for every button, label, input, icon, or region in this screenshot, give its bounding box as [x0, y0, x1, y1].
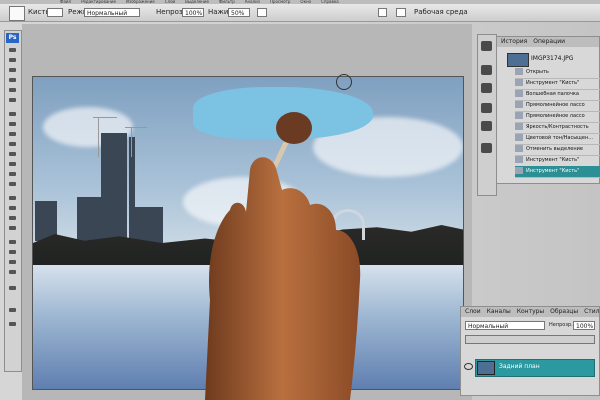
hand-holding-brush [205, 112, 361, 400]
brush-bristles [276, 112, 312, 144]
photo-of-monitor: Файл Редактирование Изображение Слой Выд… [0, 0, 600, 400]
hand [205, 157, 361, 400]
